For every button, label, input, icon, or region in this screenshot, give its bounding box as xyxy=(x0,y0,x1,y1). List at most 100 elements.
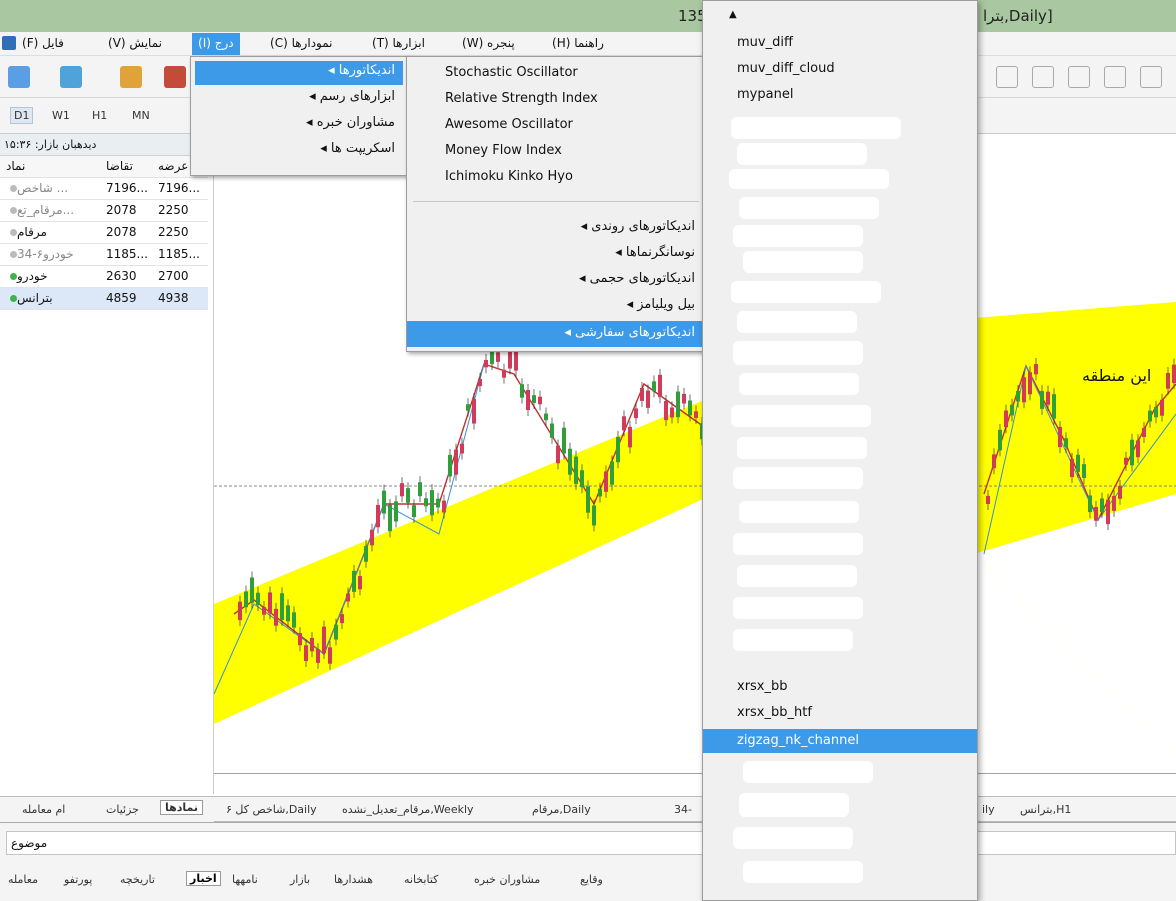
menu-charts[interactable]: نمودارها (C) xyxy=(270,36,333,50)
redacted-menu-item[interactable] xyxy=(739,501,859,523)
menu-item-drawing-tools[interactable]: ابزارهای رسم ◂ xyxy=(195,87,403,111)
profiles-icon[interactable] xyxy=(60,66,82,88)
terminal-tab[interactable]: هشدارها xyxy=(334,873,373,886)
terminal-tab[interactable]: وقایع xyxy=(580,873,603,886)
terminal-tab[interactable]: بازار xyxy=(290,873,310,886)
chart-tab-mrgham-daily[interactable]: مرقام,Daily xyxy=(532,803,591,816)
submenu-trend[interactable]: اندیکاتورهای روندی ◂ xyxy=(407,215,705,241)
tab-trade[interactable]: ام معامله xyxy=(22,803,65,816)
menu-help[interactable]: راهنما (H) xyxy=(552,36,604,50)
menu-window[interactable]: پنجره (W) xyxy=(462,36,515,50)
terminal-tab[interactable]: نامهها xyxy=(232,873,258,886)
menu-item-experts[interactable]: مشاوران خبره ◂ xyxy=(195,113,403,137)
menu-file[interactable]: فایل (F) xyxy=(22,36,64,50)
market-watch-row[interactable]: شاخص ... 7196... 7196... xyxy=(0,178,208,200)
market-watch-row[interactable]: خودرو۶-34 1185... 1185... xyxy=(0,244,208,266)
tab-symbols[interactable]: نمادها xyxy=(160,800,204,815)
redacted-menu-item[interactable] xyxy=(733,629,853,651)
chart-tab-btrans-daily[interactable]: ily xyxy=(982,803,995,816)
redacted-menu-item[interactable] xyxy=(739,373,859,395)
candle-body xyxy=(1166,372,1170,389)
terminal-tab[interactable]: اخبار xyxy=(186,871,221,886)
fibonacci-icon[interactable] xyxy=(996,66,1018,88)
redacted-menu-item[interactable] xyxy=(737,143,867,165)
tf-w1[interactable]: W1 xyxy=(52,109,70,122)
custom-item-zigzag-nk-channel[interactable]: zigzag_nk_channel xyxy=(703,729,977,753)
redacted-menu-item[interactable] xyxy=(743,761,873,783)
redacted-menu-item[interactable] xyxy=(733,225,863,247)
indicator-rsi[interactable]: Relative Strength Index xyxy=(407,87,705,113)
market-watch-row[interactable]: بترانس 4859 4938 xyxy=(0,288,208,310)
indicator-ichimoku[interactable]: Ichimoku Kinko Hyo xyxy=(407,165,705,191)
submenu-bill-williams[interactable]: بیل ویلیامز ◂ xyxy=(407,293,705,319)
redacted-menu-item[interactable] xyxy=(733,827,853,849)
col-bid[interactable]: تقاضا xyxy=(106,159,133,173)
custom-item-muv-diff-cloud[interactable]: muv_diff_cloud xyxy=(703,57,977,81)
terminal-tab[interactable]: مشاوران خبره xyxy=(474,873,540,886)
menu-insert[interactable]: درج (I) xyxy=(192,33,240,55)
custom-item-xrsx-bb[interactable]: xrsx_bb xyxy=(703,675,977,699)
arrow-tool-icon[interactable] xyxy=(1104,66,1126,88)
tf-h1[interactable]: H1 xyxy=(92,109,107,122)
redacted-menu-item[interactable] xyxy=(737,311,857,333)
app-icon xyxy=(2,36,16,50)
line-tool-icon[interactable] xyxy=(1140,66,1162,88)
redacted-menu-item[interactable] xyxy=(739,793,849,817)
redacted-menu-item[interactable] xyxy=(737,437,867,459)
chart-tab-index[interactable]: شاخص کل ۶,Daily xyxy=(226,803,317,816)
market-watch-columns: نماد تقاضا عرضه xyxy=(0,156,208,178)
market-watch-icon[interactable] xyxy=(120,66,142,88)
candle-body xyxy=(628,426,632,448)
redacted-menu-item[interactable] xyxy=(733,341,863,365)
tf-d1[interactable]: D1 xyxy=(10,107,34,124)
fibo-fan-icon[interactable] xyxy=(1032,66,1054,88)
terminal-tab[interactable]: کتابخانه xyxy=(404,873,438,886)
redacted-menu-item[interactable] xyxy=(731,281,881,303)
candle-body xyxy=(328,647,332,664)
custom-item-mypanel[interactable]: mypanel xyxy=(703,83,977,107)
market-watch-row[interactable]: مرقام_تع... 2078 2250 xyxy=(0,200,208,222)
tf-mn[interactable]: MN xyxy=(132,109,150,122)
market-watch-row[interactable]: خودرو 2630 2700 xyxy=(0,266,208,288)
navigator-icon[interactable] xyxy=(164,66,186,88)
text-icon[interactable] xyxy=(1068,66,1090,88)
menu-item-scripts[interactable]: اسکریپت ها ◂ xyxy=(195,139,403,163)
submenu-volumes[interactable]: اندیکاتورهای حجمی ◂ xyxy=(407,267,705,293)
redacted-menu-item[interactable] xyxy=(733,597,863,619)
menu-tools[interactable]: ابزارها (T) xyxy=(372,36,425,50)
terminal-tab[interactable]: تاریخچه xyxy=(120,873,155,886)
candle-body xyxy=(238,601,242,621)
redacted-menu-item[interactable] xyxy=(733,533,863,555)
redacted-menu-item[interactable] xyxy=(731,405,871,427)
redacted-menu-item[interactable] xyxy=(733,467,863,489)
terminal-tab[interactable]: پورتفو xyxy=(64,873,92,886)
scroll-up-icon[interactable]: ▲ xyxy=(729,9,737,20)
market-watch-row[interactable]: مرقام 2078 2250 xyxy=(0,222,208,244)
indicator-stochastic[interactable]: Stochastic Oscillator xyxy=(407,61,705,87)
menu-item-indicators[interactable]: اندیکاتورها ◂ xyxy=(195,61,403,85)
redacted-menu-item[interactable] xyxy=(743,861,863,883)
redacted-menu-item[interactable] xyxy=(739,197,879,219)
redacted-menu-item[interactable] xyxy=(737,565,857,587)
chart-tab-btrans-h1[interactable]: بترانس,H1 xyxy=(1020,803,1071,816)
custom-item-xrsx-bb-htf[interactable]: xrsx_bb_htf xyxy=(703,701,977,725)
col-symbol[interactable]: نماد xyxy=(6,159,25,173)
custom-item-muv-diff[interactable]: muv_diff xyxy=(703,31,977,55)
redacted-menu-item[interactable] xyxy=(731,117,901,139)
redacted-menu-item[interactable] xyxy=(743,251,863,273)
col-ask[interactable]: عرضه xyxy=(158,159,188,173)
menu-view[interactable]: نمایش (V) xyxy=(108,36,162,50)
redacted-menu-item[interactable] xyxy=(729,169,889,189)
indicator-awesome[interactable]: Awesome Oscillator xyxy=(407,113,705,139)
tab-details[interactable]: جزئیات xyxy=(106,803,139,816)
submenu-custom[interactable]: اندیکاتورهای سفارشی ◂ xyxy=(407,321,705,347)
chart-tab-khodro[interactable]: 34- xyxy=(674,803,692,816)
chart-tab-mrgham-weekly[interactable]: مرقام_تعدیل_نشده,Weekly xyxy=(342,803,474,816)
candle-body xyxy=(652,381,656,392)
indicator-mfi[interactable]: Money Flow Index xyxy=(407,139,705,165)
new-chart-icon[interactable] xyxy=(8,66,30,88)
candle-body xyxy=(1148,410,1152,422)
submenu-oscillators[interactable]: نوسانگرنماها ◂ xyxy=(407,241,705,267)
terminal-tab[interactable]: معامله xyxy=(8,873,38,886)
row-symbol: خودرو xyxy=(6,269,48,283)
